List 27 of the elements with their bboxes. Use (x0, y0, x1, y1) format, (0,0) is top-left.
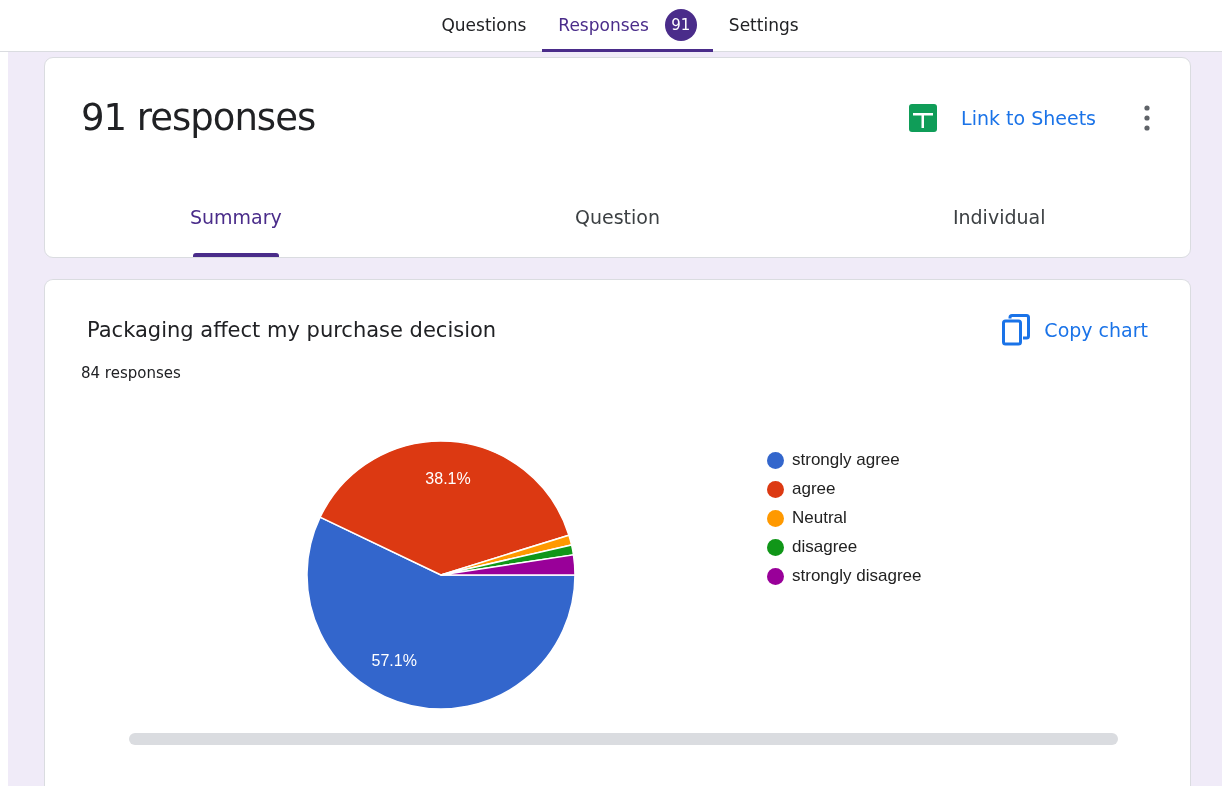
legend-label: agree (792, 479, 836, 499)
count-badge: 91 (664, 8, 697, 41)
percentage-label: 38.1% (425, 470, 471, 488)
legend-dot (767, 480, 784, 498)
spreadsheet-icon (909, 103, 938, 132)
response-count: 84 responses (81, 364, 181, 382)
legend-label: strongly disagree (792, 566, 922, 586)
responses-title: 91 responses (81, 96, 317, 139)
legend-dot (767, 567, 784, 585)
more-options-icon[interactable] (1144, 104, 1150, 131)
copy-chart-button[interactable]: Copy chart (1002, 314, 1148, 346)
scrollbar[interactable] (129, 733, 1118, 745)
view-tab[interactable]: Individual (808, 199, 1190, 257)
view-tab[interactable]: Question (426, 199, 809, 257)
legend-label: strongly agree (792, 450, 900, 470)
legend-dot (767, 451, 784, 469)
legend-label: disagree (792, 537, 858, 557)
nav-tab[interactable]: Settings (712, 0, 815, 52)
link-to-sheets-button[interactable]: Link to Sheets (909, 103, 1096, 132)
percentage-label: 57.1% (371, 652, 417, 669)
legend-dot (767, 509, 784, 527)
legend-dot (767, 538, 784, 556)
legend-label: Neutral (792, 508, 847, 528)
copy-icon (1002, 314, 1031, 346)
question-title: Packaging affect my purchase decision (87, 318, 497, 342)
view-tab[interactable]: Summary (45, 199, 427, 257)
nav-tab[interactable]: Questions (425, 0, 543, 52)
